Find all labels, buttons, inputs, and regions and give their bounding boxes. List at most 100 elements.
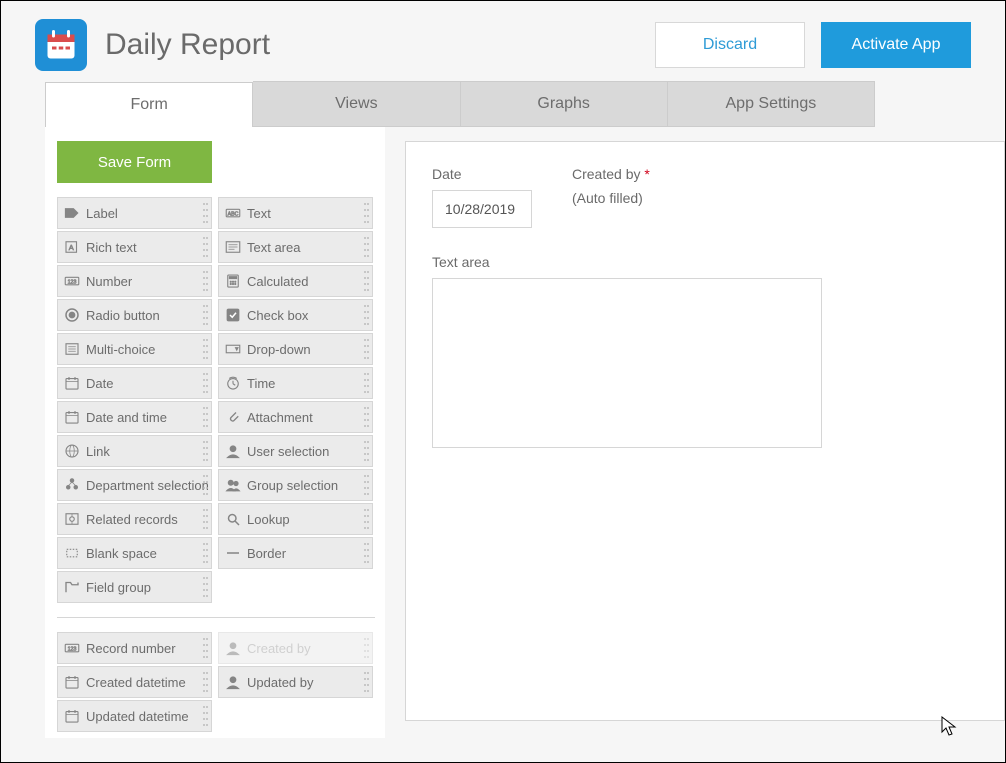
field-item-attachment[interactable]: Attachment — [218, 401, 373, 433]
number-icon: 123 — [58, 266, 86, 296]
field-label: Updated datetime — [86, 709, 211, 724]
app-icon — [35, 19, 87, 71]
attach-icon — [219, 402, 247, 432]
system-field-item-updated-by[interactable]: Updated by — [218, 666, 373, 698]
user-icon — [219, 436, 247, 466]
date-input[interactable]: 10/28/2019 — [432, 190, 532, 228]
field-palette: Save Form Label ABC Text A Rich text Text are… — [45, 127, 385, 738]
created-by-field[interactable]: Created by * (Auto filled) — [572, 166, 650, 228]
discard-button[interactable]: Discard — [655, 22, 805, 68]
field-item-multi-choice[interactable]: Multi-choice — [57, 333, 212, 365]
group_f-icon — [58, 572, 86, 602]
page-title: Daily Report — [105, 28, 655, 62]
app-header: Daily Report Discard Activate App — [1, 1, 1005, 81]
link-icon — [58, 436, 86, 466]
system-field-item-created-datetime[interactable]: Created datetime — [57, 666, 212, 698]
field-label: Record number — [86, 641, 211, 656]
field-label: Group selection — [247, 478, 372, 493]
tab-views[interactable]: Views — [253, 81, 460, 126]
field-label: Drop-down — [247, 342, 372, 357]
svg-text:123: 123 — [68, 646, 77, 652]
calc-icon — [219, 266, 247, 296]
svg-text:123: 123 — [68, 279, 77, 285]
field-label: Border — [247, 546, 372, 561]
field-label: Calculated — [247, 274, 372, 289]
related-icon — [58, 504, 86, 534]
system-field-item-record-number[interactable]: 123 Record number — [57, 632, 212, 664]
system-field-list: 123 Record number Created by Created dateti… — [57, 632, 373, 732]
field-item-department-selection[interactable]: Department selection — [57, 469, 212, 501]
label-icon — [58, 198, 86, 228]
datetime-icon — [58, 402, 86, 432]
text-icon: ABC — [219, 198, 247, 228]
divider — [57, 617, 375, 618]
tab-graphs[interactable]: Graphs — [461, 81, 668, 126]
field-label: Created by — [247, 641, 372, 656]
main-area: Save Form Label ABC Text A Rich text Text are… — [1, 127, 1005, 738]
field-item-field-group[interactable]: Field group — [57, 571, 212, 603]
field-item-group-selection[interactable]: Group selection — [218, 469, 373, 501]
field-label: Time — [247, 376, 372, 391]
field-label: Text — [247, 206, 372, 221]
field-label: User selection — [247, 444, 372, 459]
field-label: Multi-choice — [86, 342, 211, 357]
field-label: Related records — [86, 512, 211, 527]
field-item-label[interactable]: Label — [57, 197, 212, 229]
field-label: Rich text — [86, 240, 211, 255]
field-label: Department selection — [86, 478, 211, 493]
field-item-check-box[interactable]: Check box — [218, 299, 373, 331]
system-field-item-updated-datetime[interactable]: Updated datetime — [57, 700, 212, 732]
tab-form[interactable]: Form — [45, 82, 253, 127]
date-field[interactable]: Date 10/28/2019 — [432, 166, 532, 228]
textarea-field[interactable]: Text area — [432, 254, 978, 448]
form-canvas[interactable]: Date 10/28/2019 Created by * (Auto fille… — [405, 141, 1005, 721]
richtext-icon: A — [58, 232, 86, 262]
field-item-lookup[interactable]: Lookup — [218, 503, 373, 535]
field-item-rich-text[interactable]: A Rich text — [57, 231, 212, 263]
datetime-icon — [58, 701, 86, 731]
field-item-text[interactable]: ABC Text — [218, 197, 373, 229]
tab-bar: Form Views Graphs App Settings — [45, 81, 875, 127]
field-label: Text area — [247, 240, 372, 255]
field-label: Lookup — [247, 512, 372, 527]
field-item-user-selection[interactable]: User selection — [218, 435, 373, 467]
time-icon — [219, 368, 247, 398]
textarea-input[interactable] — [432, 278, 822, 448]
field-label: Created datetime — [86, 675, 211, 690]
field-item-time[interactable]: Time — [218, 367, 373, 399]
field-item-date-and-time[interactable]: Date and time — [57, 401, 212, 433]
field-item-drop-down[interactable]: Drop-down — [218, 333, 373, 365]
dept-icon — [58, 470, 86, 500]
tab-app-settings[interactable]: App Settings — [668, 81, 875, 126]
field-item-text-area[interactable]: Text area — [218, 231, 373, 263]
save-form-button[interactable]: Save Form — [57, 141, 212, 183]
date-icon — [58, 368, 86, 398]
field-item-calculated[interactable]: Calculated — [218, 265, 373, 297]
system-field-item-created-by[interactable]: Created by — [218, 632, 373, 664]
field-item-number[interactable]: 123Number — [57, 265, 212, 297]
field-label: Check box — [247, 308, 372, 323]
user-icon — [219, 667, 247, 697]
svg-text:ABC: ABC — [228, 211, 239, 217]
field-item-link[interactable]: Link — [57, 435, 212, 467]
svg-text:A: A — [69, 243, 74, 252]
field-item-radio-button[interactable]: Radio button — [57, 299, 212, 331]
field-item-border[interactable]: Border — [218, 537, 373, 569]
field-label: Attachment — [247, 410, 372, 425]
datetime-icon — [58, 667, 86, 697]
user-icon — [219, 633, 247, 663]
activate-app-button[interactable]: Activate App — [821, 22, 971, 68]
field-item-date[interactable]: Date — [57, 367, 212, 399]
radio-icon — [58, 300, 86, 330]
created-by-value: (Auto filled) — [572, 190, 650, 206]
field-item-blank-space[interactable]: Blank space — [57, 537, 212, 569]
field-label: Link — [86, 444, 211, 459]
lookup-icon — [219, 504, 247, 534]
date-label: Date — [432, 166, 532, 182]
group-icon — [219, 470, 247, 500]
field-label: Label — [86, 206, 211, 221]
field-item-related-records[interactable]: Related records — [57, 503, 212, 535]
created-by-label: Created by * — [572, 166, 650, 182]
field-label: Field group — [86, 580, 211, 595]
blank-icon — [58, 538, 86, 568]
